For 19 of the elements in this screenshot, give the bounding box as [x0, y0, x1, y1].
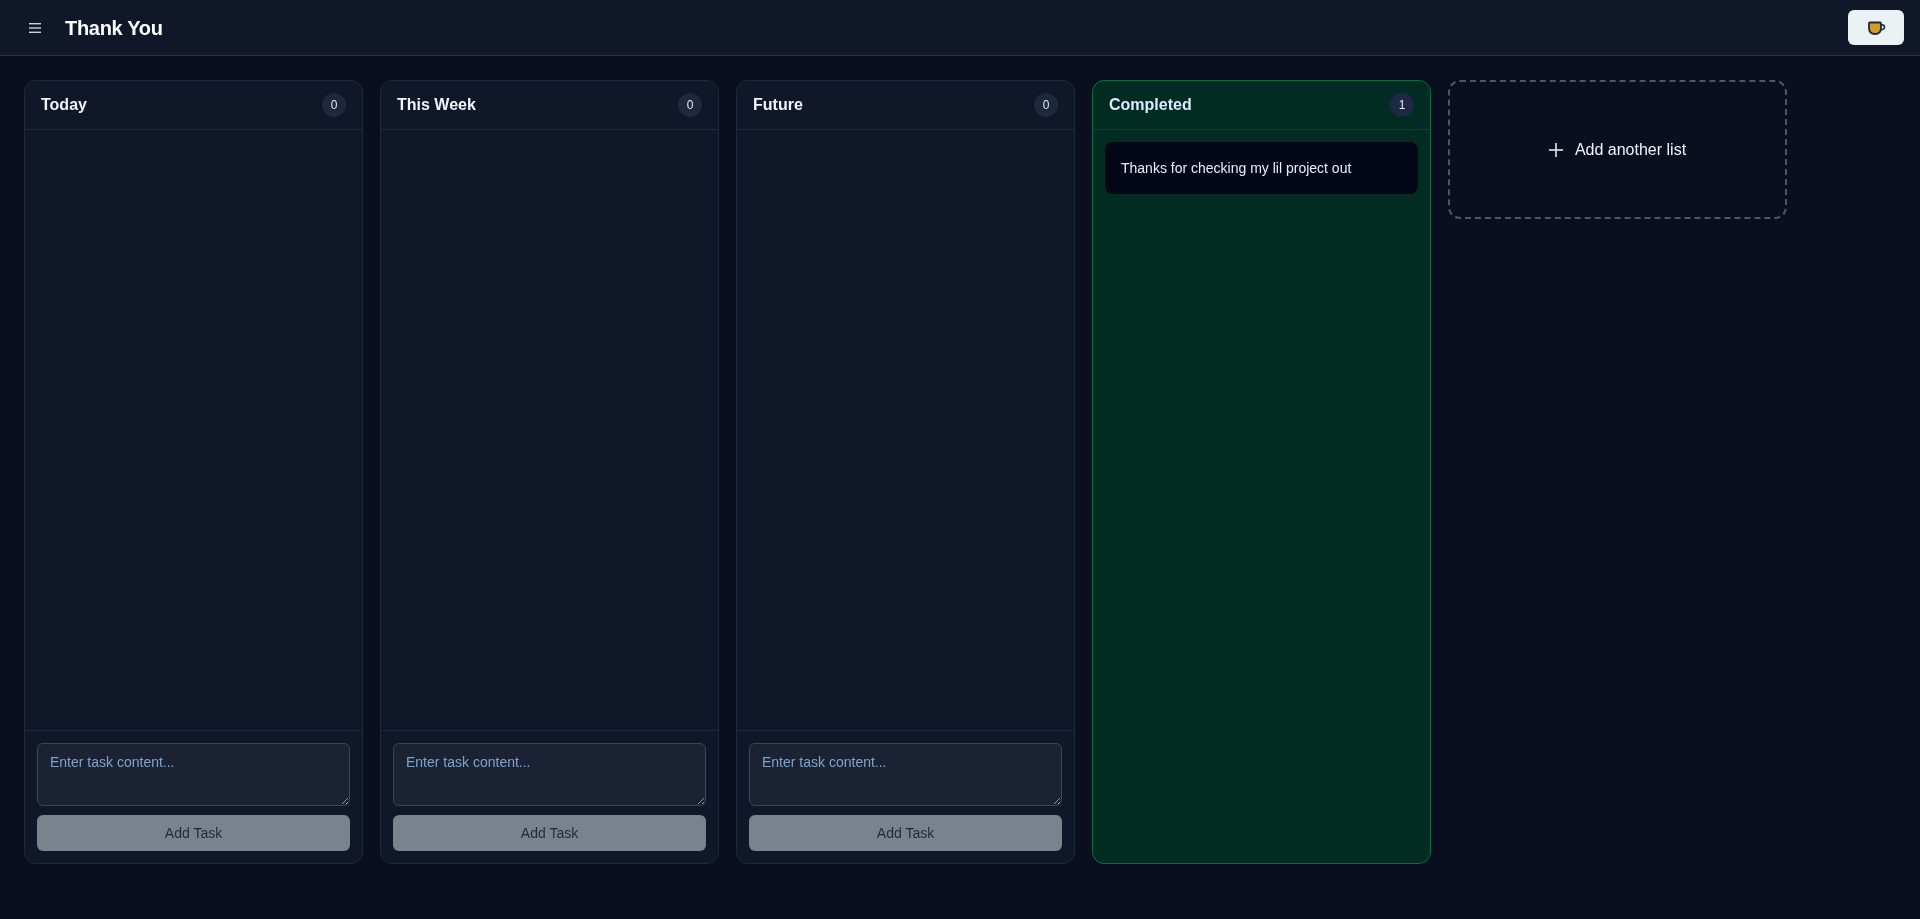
task-input-field[interactable]: Enter task content... — [393, 743, 706, 806]
task-count: 0 — [678, 93, 702, 117]
board-title: Thank You — [65, 15, 163, 41]
list-title: Future — [753, 95, 803, 115]
coffee-cup-icon — [1866, 19, 1886, 36]
task-count: 1 — [1390, 93, 1414, 117]
menu-button[interactable] — [28, 20, 42, 35]
add-list-button[interactable]: Add another list — [1448, 80, 1787, 219]
plus-icon — [1548, 142, 1563, 157]
task-count: 0 — [1034, 93, 1058, 117]
task-input-field[interactable]: Enter task content... — [749, 743, 1062, 806]
task-input-field[interactable]: Enter task content... — [37, 743, 350, 806]
task-card[interactable]: Thanks for checking my lil project out — [1105, 142, 1418, 194]
coffee-button[interactable] — [1848, 10, 1904, 45]
task-count: 0 — [322, 93, 346, 117]
list-title: Completed — [1109, 95, 1192, 115]
list-title: Today — [41, 95, 87, 115]
list-title: This Week — [397, 95, 476, 115]
menu-icon — [29, 22, 41, 33]
